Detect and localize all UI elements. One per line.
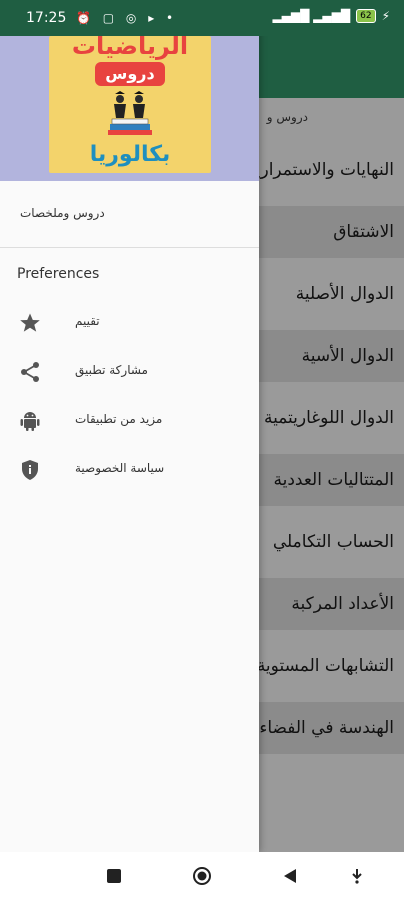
- menu-item-label: مشاركة تطبيق: [75, 363, 148, 377]
- signal-icon: ▂▄▆█ ▂▄▆█: [272, 9, 351, 23]
- battery-icon: 62: [356, 9, 376, 23]
- logo-subtitle: دروس: [95, 62, 165, 86]
- back-button-icon[interactable]: [282, 868, 298, 884]
- home-button-icon[interactable]: [192, 866, 212, 886]
- navigation-drawer: الرياضيات دروس بكالوريا دروس وملخصات Pre…: [0, 0, 259, 852]
- menu-item-more-apps[interactable]: مزيد من تطبيقات: [0, 397, 259, 445]
- logo-title: الرياضيات: [71, 36, 189, 60]
- status-notification-icons: ⏰ ▢ ◎ ▸ •: [76, 11, 178, 25]
- menu-item-label: تقييم: [75, 314, 100, 328]
- app-logo: الرياضيات دروس بكالوريا: [49, 36, 211, 173]
- menu-item-rate[interactable]: تقييم: [0, 299, 259, 347]
- preferences-heading: Preferences: [17, 266, 100, 282]
- share-icon: [21, 362, 39, 382]
- graduates-illustration-icon: [108, 91, 152, 135]
- status-time: 17:25: [26, 10, 67, 26]
- drawer-header: الرياضيات دروس بكالوريا: [0, 36, 259, 181]
- app-subtitle: دروس و: [266, 110, 308, 124]
- star-icon: [20, 313, 40, 332]
- recents-button-icon[interactable]: [106, 868, 122, 884]
- charging-icon: ⚡: [381, 9, 390, 23]
- system-nav-bar: [0, 852, 404, 900]
- keyboard-hide-icon[interactable]: [350, 868, 364, 884]
- menu-item-privacy-policy[interactable]: سياسة الخصوصية: [0, 446, 259, 494]
- logo-footer: بكالوريا: [89, 142, 171, 167]
- drawer-divider: [0, 247, 259, 248]
- shield-icon: [22, 460, 38, 480]
- status-bar: 17:25 ⏰ ▢ ◎ ▸ • ▂▄▆█ ▂▄▆█ 62 ⚡: [0, 0, 404, 36]
- android-icon: [20, 412, 40, 431]
- menu-item-label: مزيد من تطبيقات: [75, 412, 163, 426]
- menu-item-share-app[interactable]: مشاركة تطبيق: [0, 348, 259, 396]
- menu-item-label: سياسة الخصوصية: [75, 461, 165, 475]
- drawer-lessons-label[interactable]: دروس وملخصات: [20, 206, 105, 220]
- status-right: ▂▄▆█ ▂▄▆█ 62 ⚡: [272, 9, 390, 23]
